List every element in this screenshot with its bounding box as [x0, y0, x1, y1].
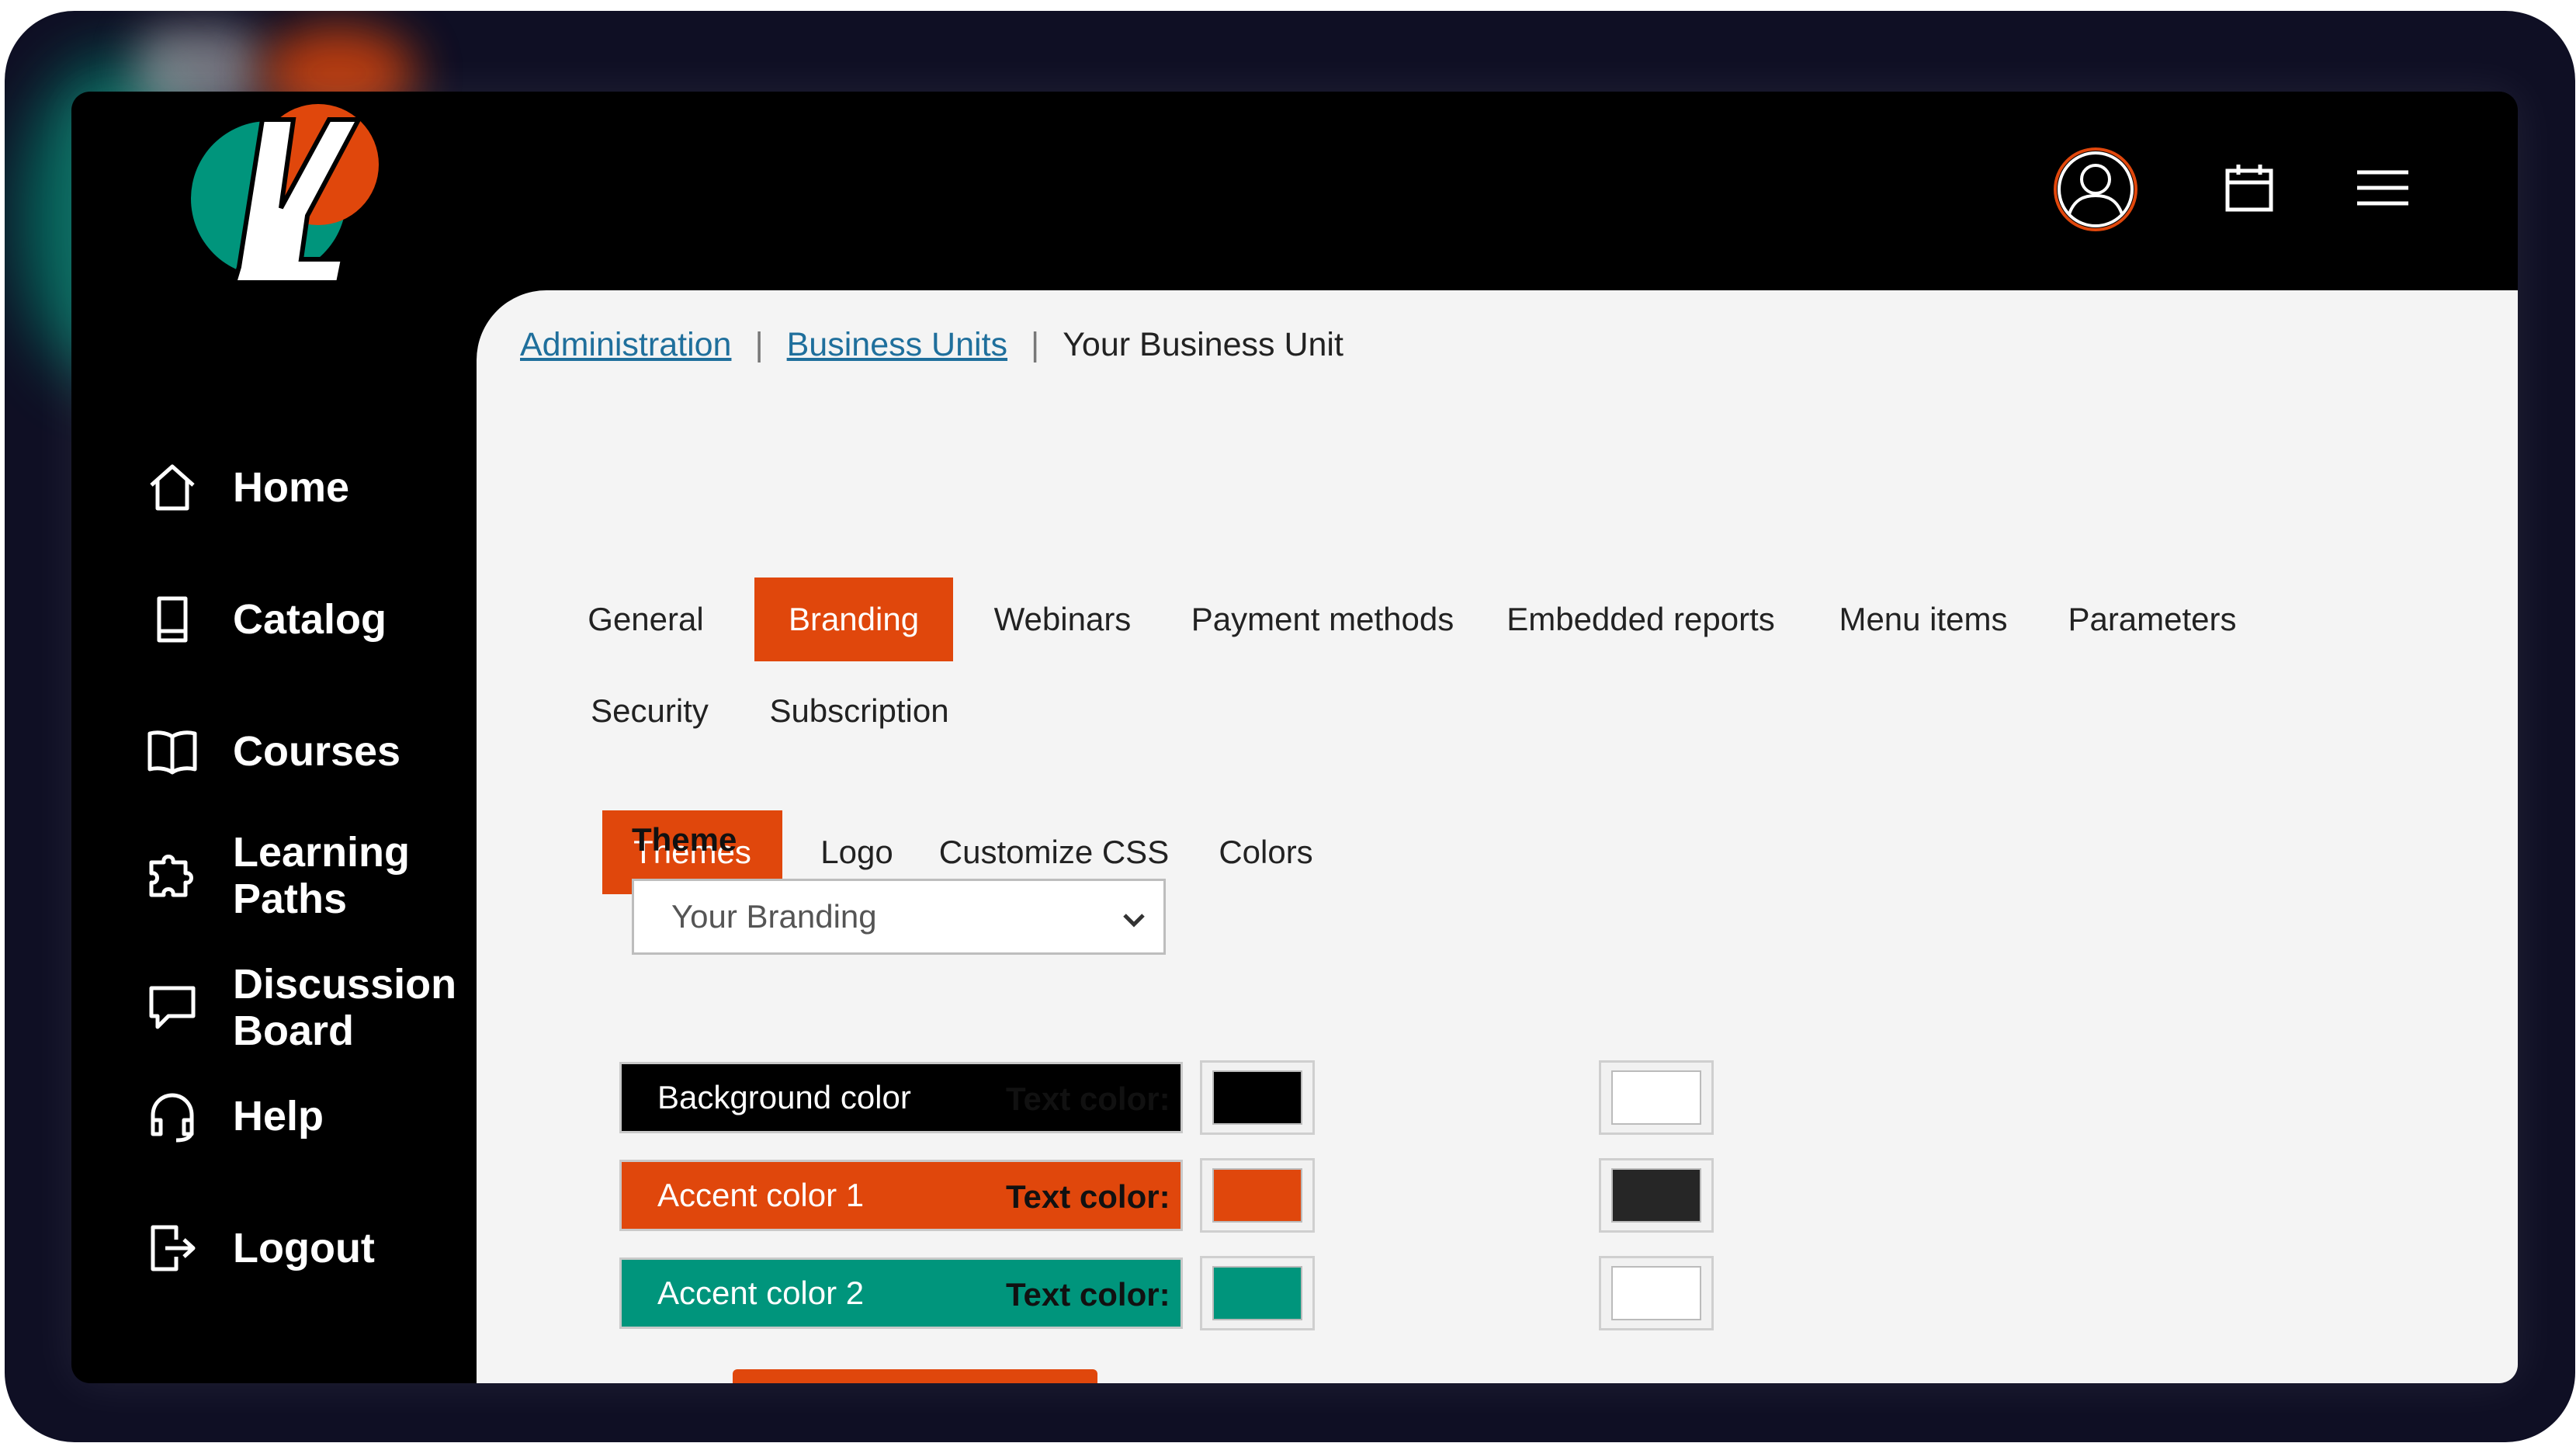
background-text-color-picker[interactable]	[1599, 1060, 1714, 1135]
sidebar-item-home[interactable]: Home	[71, 456, 475, 519]
headset-icon	[141, 1085, 203, 1147]
color-swatch	[1212, 1266, 1302, 1320]
breadcrumb: Administration | Business Units | Your B…	[520, 326, 1343, 364]
tab-menu-items[interactable]: Menu items	[1815, 578, 2032, 661]
app-window: Home Catalog Courses Learning Paths Disc…	[71, 92, 2518, 1383]
breadcrumb-separator: |	[754, 326, 764, 363]
color-swatch	[1611, 1266, 1701, 1320]
tab-branding[interactable]: Branding	[754, 578, 953, 661]
color-swatch	[1611, 1070, 1701, 1125]
sidebar-item-label: Logout	[233, 1225, 375, 1271]
accent-color-1-picker[interactable]	[1200, 1158, 1315, 1233]
tab-general[interactable]: General	[576, 578, 716, 661]
sidebar-item-label: Discussion Board	[233, 961, 457, 1054]
tab-parameters[interactable]: Parameters	[2047, 578, 2257, 661]
breadcrumb-current: Your Business Unit	[1063, 326, 1343, 363]
background-color-picker[interactable]	[1200, 1060, 1315, 1135]
calendar-icon[interactable]	[2218, 157, 2280, 219]
sidebar-item-logout[interactable]: Logout	[71, 1217, 475, 1279]
chat-icon	[141, 976, 203, 1039]
tab-payment-methods[interactable]: Payment methods	[1175, 578, 1470, 661]
sidebar-item-label: Catalog	[233, 596, 387, 643]
sidebar-item-discussion-board[interactable]: Discussion Board	[71, 961, 475, 1054]
sidebar-item-label: Courses	[233, 728, 401, 775]
puzzle-icon	[141, 845, 203, 907]
sidebar-item-help[interactable]: Help	[71, 1085, 475, 1147]
tab-embedded-reports[interactable]: Embedded reports	[1486, 578, 1796, 661]
subtab-colors[interactable]: Colors	[1192, 810, 1340, 894]
tab-security[interactable]: Security	[576, 669, 723, 753]
accent-1-text-color-picker[interactable]	[1599, 1158, 1714, 1233]
sidebar-item-label: Home	[233, 464, 350, 511]
open-book-icon	[141, 720, 203, 782]
home-icon	[141, 456, 203, 519]
text-color-label: Text color:	[1006, 1081, 1170, 1117]
screenshot-frame: Home Catalog Courses Learning Paths Disc…	[5, 11, 2575, 1442]
color-swatch	[1212, 1168, 1302, 1223]
text-color-label: Text color:	[1006, 1276, 1170, 1313]
breadcrumb-link-administration[interactable]: Administration	[520, 326, 731, 364]
hamburger-menu-icon[interactable]	[2352, 157, 2414, 219]
color-swatch	[1611, 1168, 1701, 1223]
color-swatch	[1212, 1070, 1302, 1125]
sidebar-item-courses[interactable]: Courses	[71, 720, 475, 782]
theme-select[interactable]: Your Branding	[632, 879, 1166, 955]
book-icon	[141, 588, 203, 650]
accent-color-2-picker[interactable]	[1200, 1256, 1315, 1330]
logout-icon	[141, 1217, 203, 1279]
save-button[interactable]	[733, 1369, 1097, 1383]
text-color-label: Text color:	[1006, 1178, 1170, 1215]
user-profile-icon[interactable]	[2051, 144, 2141, 234]
ly-logo-icon[interactable]	[177, 99, 379, 286]
main-content: Administration | Business Units | Your B…	[477, 290, 2518, 1383]
theme-label: Theme	[632, 821, 737, 858]
breadcrumb-separator: |	[1031, 326, 1040, 363]
theme-select-value: Your Branding	[671, 898, 877, 935]
chevron-down-icon	[1120, 904, 1148, 942]
sidebar-item-label: Learning Paths	[233, 829, 411, 922]
tab-webinars[interactable]: Webinars	[973, 578, 1152, 661]
breadcrumb-link-business-units[interactable]: Business Units	[787, 326, 1007, 364]
header-actions	[1974, 92, 2518, 293]
sidebar-item-learning-paths[interactable]: Learning Paths	[71, 829, 475, 922]
tab-subscription[interactable]: Subscription	[754, 669, 964, 753]
sidebar-item-catalog[interactable]: Catalog	[71, 588, 475, 650]
sidebar-item-label: Help	[233, 1093, 324, 1139]
accent-2-text-color-picker[interactable]	[1599, 1256, 1714, 1330]
